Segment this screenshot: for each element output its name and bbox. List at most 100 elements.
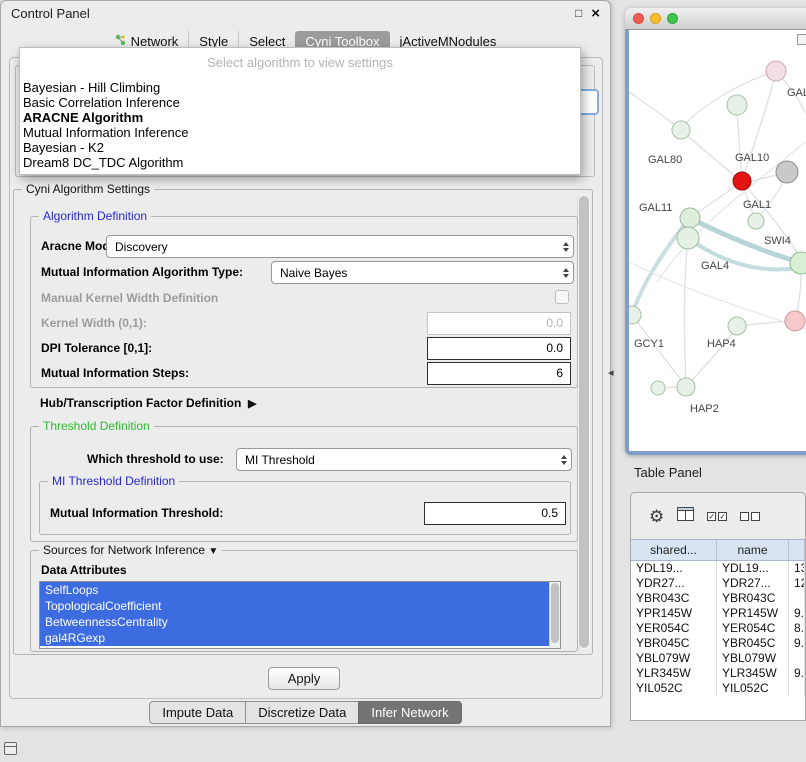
apply-button[interactable]: Apply	[268, 667, 340, 690]
network-svg: GAL80GAL10GAL1GAL11SWI4GAL4GCY1HAP4HAP2G…	[629, 30, 806, 451]
table-header: shared... name	[631, 539, 805, 561]
columns-icon[interactable]	[677, 507, 694, 526]
manual-kernel-width-checkbox[interactable]	[555, 290, 569, 304]
data-attributes-list[interactable]: SelfLoops TopologicalCoefficient Between…	[39, 581, 561, 649]
attributes-scrollbar[interactable]	[549, 582, 560, 648]
network-window-titlebar[interactable]	[625, 8, 806, 30]
network-node-label: GCY1	[634, 338, 664, 350]
network-navigator-icon[interactable]	[797, 34, 806, 45]
network-node[interactable]	[776, 161, 798, 183]
bottom-tab-bar: Impute Data Discretize Data Infer Networ…	[1, 701, 610, 724]
mi-threshold-field[interactable]: 0.5	[424, 502, 566, 525]
dpi-tolerance-field[interactable]: 0.0	[427, 337, 571, 360]
kernel-width-field[interactable]: 0.0	[427, 312, 571, 335]
column-header-extra[interactable]	[789, 540, 805, 560]
algorithm-option-selected[interactable]: ARACNE Algorithm	[20, 110, 580, 125]
table-row[interactable]: YLR345WYLR345W9.	[631, 666, 805, 681]
zoom-traffic-light[interactable]	[667, 13, 678, 24]
column-header-shared-name[interactable]: shared...	[631, 540, 717, 560]
tab-impute-data[interactable]: Impute Data	[149, 701, 246, 724]
network-node[interactable]	[629, 306, 641, 324]
panel-collapse-arrow[interactable]: ◂	[608, 366, 614, 379]
mi-algorithm-type-combo[interactable]: Naive Bayes	[271, 261, 574, 284]
window-title: Control Panel	[11, 6, 90, 21]
table-row[interactable]: YPR145WYPR145W9.	[631, 606, 805, 621]
column-header-name[interactable]: name	[717, 540, 789, 560]
table-row[interactable]: YBR045CYBR045C9.	[631, 636, 805, 651]
aracne-mode-combo[interactable]: Discovery	[106, 235, 574, 258]
table-cell: YIL052C	[631, 681, 717, 696]
empty-box-icon	[740, 512, 749, 521]
list-item[interactable]: BetweennessCentrality	[40, 614, 549, 630]
network-node[interactable]	[672, 121, 690, 139]
algorithm-option[interactable]: Bayesian - K2	[20, 140, 580, 155]
network-node[interactable]	[677, 227, 699, 249]
control-panel-titlebar[interactable]: Control Panel □ ×	[1, 1, 610, 25]
network-node[interactable]	[728, 317, 746, 335]
table-cell: YLR345W	[717, 666, 789, 681]
network-node-label: GAL1	[743, 199, 771, 211]
float-window-icon[interactable]: □	[575, 7, 582, 19]
algorithm-option[interactable]: Mutual Information Inference	[20, 125, 580, 140]
manual-kernel-width-label: Manual Kernel Width Definition	[41, 291, 218, 305]
table-row[interactable]: YBR043CYBR043C	[631, 591, 805, 606]
close-icon[interactable]: ×	[591, 6, 600, 21]
kernel-width-label: Kernel Width (0,1):	[41, 316, 147, 330]
settings-scrollbar[interactable]	[577, 194, 590, 650]
list-item[interactable]: TopologicalCoefficient	[40, 598, 549, 614]
network-edge[interactable]	[681, 130, 735, 176]
threshold-definition-group: Threshold Definition Which threshold to …	[30, 426, 578, 542]
algorithm-option[interactable]: Dream8 DC_TDC Algorithm	[20, 155, 580, 170]
table-cell: YDL19...	[631, 561, 717, 576]
network-node[interactable]	[733, 172, 751, 190]
select-all-icon[interactable]: ✓ ✓	[707, 512, 727, 521]
list-item[interactable]: gal4RGexp	[40, 630, 549, 646]
sources-title-label: Sources for Network Inference	[43, 543, 205, 557]
table-row[interactable]: YIL052CYIL052C	[631, 681, 805, 696]
table-body[interactable]: YDL19...YDL19...13YDR27...YDR27...12YBR0…	[631, 561, 805, 720]
hub-tf-definition-toggle[interactable]: Hub/Transcription Factor Definition ▶	[40, 396, 256, 410]
mi-steps-field[interactable]: 6	[427, 362, 571, 385]
tab-discretize-data[interactable]: Discretize Data	[245, 701, 359, 724]
tab-infer-network[interactable]: Infer Network	[358, 701, 461, 724]
algorithm-option[interactable]: Basic Correlation Inference	[20, 95, 580, 110]
network-canvas[interactable]: GAL80GAL10GAL1GAL11SWI4GAL4GCY1HAP4HAP2G…	[629, 30, 806, 451]
which-threshold-value: MI Threshold	[245, 453, 315, 467]
table-row[interactable]: YDL19...YDL19...13	[631, 561, 805, 576]
gear-icon[interactable]: ⚙	[649, 508, 664, 525]
network-node[interactable]	[651, 381, 665, 395]
settings-scrollbar-thumb[interactable]	[579, 196, 589, 648]
network-node[interactable]	[748, 213, 764, 229]
which-threshold-combo[interactable]: MI Threshold	[236, 448, 572, 471]
combo-arrows-icon	[563, 242, 569, 252]
clear-selection-icon[interactable]	[740, 512, 760, 521]
network-edge[interactable]	[737, 105, 742, 179]
network-node[interactable]	[680, 208, 700, 228]
network-node[interactable]	[677, 378, 695, 396]
list-item[interactable]: SelfLoops	[40, 582, 549, 598]
network-edge[interactable]	[684, 238, 688, 383]
data-attributes-label: Data Attributes	[41, 563, 127, 577]
sources-group-title[interactable]: Sources for Network Inference ▼	[39, 543, 222, 557]
network-node-label: HAP4	[707, 338, 736, 350]
table-row[interactable]: YBL079WYBL079W	[631, 651, 805, 666]
table-row[interactable]: YER054CYER054C8.	[631, 621, 805, 636]
network-node[interactable]	[785, 311, 805, 331]
network-edge[interactable]	[629, 92, 675, 125]
network-node[interactable]	[766, 61, 786, 81]
close-traffic-light[interactable]	[633, 13, 644, 24]
network-node[interactable]	[790, 252, 806, 274]
table-cell: YBR045C	[631, 636, 717, 651]
table-cell: YIL052C	[717, 681, 789, 696]
panel-toggle-icon[interactable]	[4, 742, 17, 755]
table-row[interactable]: YDR27...YDR27...12	[631, 576, 805, 591]
combo-arrows-icon	[563, 268, 569, 278]
attributes-scrollbar-thumb[interactable]	[551, 583, 559, 643]
table-cell: 8.	[789, 621, 805, 636]
network-node[interactable]	[727, 95, 747, 115]
algorithm-option[interactable]: Bayesian - Hill Climbing	[20, 80, 580, 95]
mi-threshold-definition-group: MI Threshold Definition Mutual Informati…	[39, 481, 571, 535]
minimize-traffic-light[interactable]	[650, 13, 661, 24]
empty-box-icon	[751, 512, 760, 521]
combo-arrows-icon	[561, 455, 567, 465]
